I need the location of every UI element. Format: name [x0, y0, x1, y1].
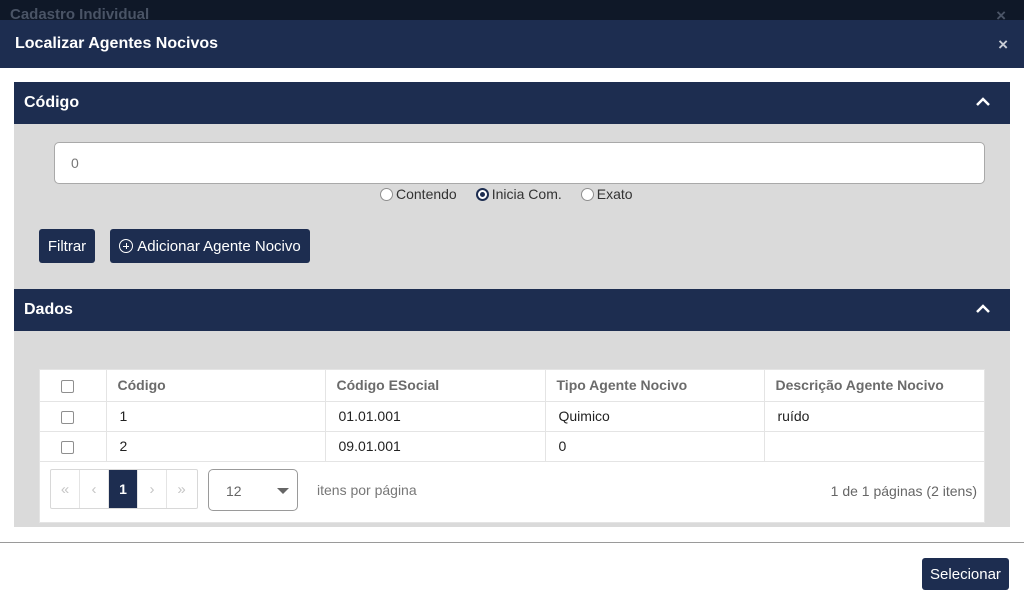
- row-checkbox[interactable]: [61, 410, 74, 424]
- data-panel-header[interactable]: Dados: [14, 289, 1010, 331]
- radio-option-inicia-com[interactable]: Inicia Com.: [475, 186, 562, 202]
- next-page-button[interactable]: ›: [138, 470, 167, 508]
- modal-title: Localizar Agentes Nocivos: [15, 35, 219, 52]
- table-row[interactable]: 2 09.01.001 0: [40, 431, 984, 462]
- cell-descricao: ruído: [764, 401, 984, 432]
- data-panel-title: Dados: [24, 301, 73, 318]
- items-per-page-select[interactable]: 12: [208, 469, 298, 511]
- table-header-row: Código Código ESocial Tipo Agente Nocivo…: [40, 370, 984, 402]
- chevron-up-icon[interactable]: [976, 304, 990, 313]
- column-header-tipo[interactable]: Tipo Agente Nocivo: [545, 370, 765, 402]
- results-table-container: Código Código ESocial Tipo Agente Nocivo…: [39, 369, 985, 523]
- code-search-input[interactable]: [54, 142, 985, 184]
- row-checkbox[interactable]: [61, 440, 74, 454]
- add-agent-button[interactable]: Adicionar Agente Nocivo: [110, 229, 310, 263]
- select-all-cell: [40, 370, 107, 402]
- filter-button-label: Filtrar: [47, 237, 87, 255]
- pagination: « ‹ 1 › »: [50, 469, 198, 509]
- cell-tipo: 0: [545, 431, 765, 462]
- cell-codigo: 2: [106, 431, 326, 462]
- cell-tipo: Quimico: [545, 401, 765, 432]
- current-page-button[interactable]: 1: [109, 470, 138, 508]
- items-per-page-label: itens por página: [317, 482, 417, 498]
- modal-header: Localizar Agentes Nocivos ×: [0, 20, 1024, 68]
- last-page-button[interactable]: »: [167, 470, 196, 508]
- row-select-cell: [40, 401, 107, 432]
- filter-panel-header[interactable]: Código: [14, 82, 1010, 124]
- items-per-page-value: 12: [226, 483, 242, 499]
- radio-label: Exato: [596, 186, 633, 202]
- close-icon[interactable]: ×: [998, 35, 1008, 55]
- footer-divider: [0, 542, 1024, 543]
- caret-down-icon: [277, 488, 289, 494]
- radio-button-selected[interactable]: [475, 187, 489, 201]
- cell-codigo-esocial: 01.01.001: [325, 401, 546, 432]
- radio-button[interactable]: [380, 187, 393, 201]
- radio-option-exato[interactable]: Exato: [580, 186, 633, 202]
- page-info: 1 de 1 páginas (2 itens): [830, 483, 977, 499]
- add-agent-button-label: Adicionar Agente Nocivo: [137, 237, 301, 255]
- first-page-button[interactable]: «: [51, 470, 80, 508]
- filter-button[interactable]: Filtrar: [39, 229, 95, 263]
- chevron-up-icon[interactable]: [976, 97, 990, 106]
- radio-option-contendo[interactable]: Contendo: [380, 186, 457, 202]
- select-button[interactable]: Selecionar: [922, 558, 1009, 590]
- select-all-checkbox[interactable]: [61, 380, 74, 394]
- radio-label: Inicia Com.: [491, 186, 562, 202]
- radio-button[interactable]: [580, 187, 594, 201]
- filter-panel-title: Código: [24, 94, 80, 111]
- cell-codigo-esocial: 09.01.001: [325, 431, 546, 462]
- search-modal: Localizar Agentes Nocivos × Código Conte…: [0, 20, 1024, 604]
- select-button-label: Selecionar: [930, 565, 1001, 583]
- results-table: Código Código ESocial Tipo Agente Nocivo…: [40, 370, 984, 462]
- row-select-cell: [40, 431, 107, 462]
- match-mode-radio-group: Contendo Inicia Com. Exato: [380, 186, 652, 202]
- column-header-codigo[interactable]: Código: [106, 370, 326, 402]
- cell-descricao: [764, 431, 984, 462]
- modal-body: Código Contendo Inicia Com. Exato Filtra…: [14, 82, 1010, 527]
- radio-label: Contendo: [396, 186, 457, 202]
- prev-page-button[interactable]: ‹: [80, 470, 109, 508]
- table-row[interactable]: 1 01.01.001 Quimico ruído: [40, 401, 984, 432]
- column-header-descricao[interactable]: Descrição Agente Nocivo: [764, 370, 984, 402]
- column-header-codigo-esocial[interactable]: Código ESocial: [325, 370, 546, 402]
- plus-circle-icon: [119, 239, 134, 253]
- cell-codigo: 1: [106, 401, 326, 432]
